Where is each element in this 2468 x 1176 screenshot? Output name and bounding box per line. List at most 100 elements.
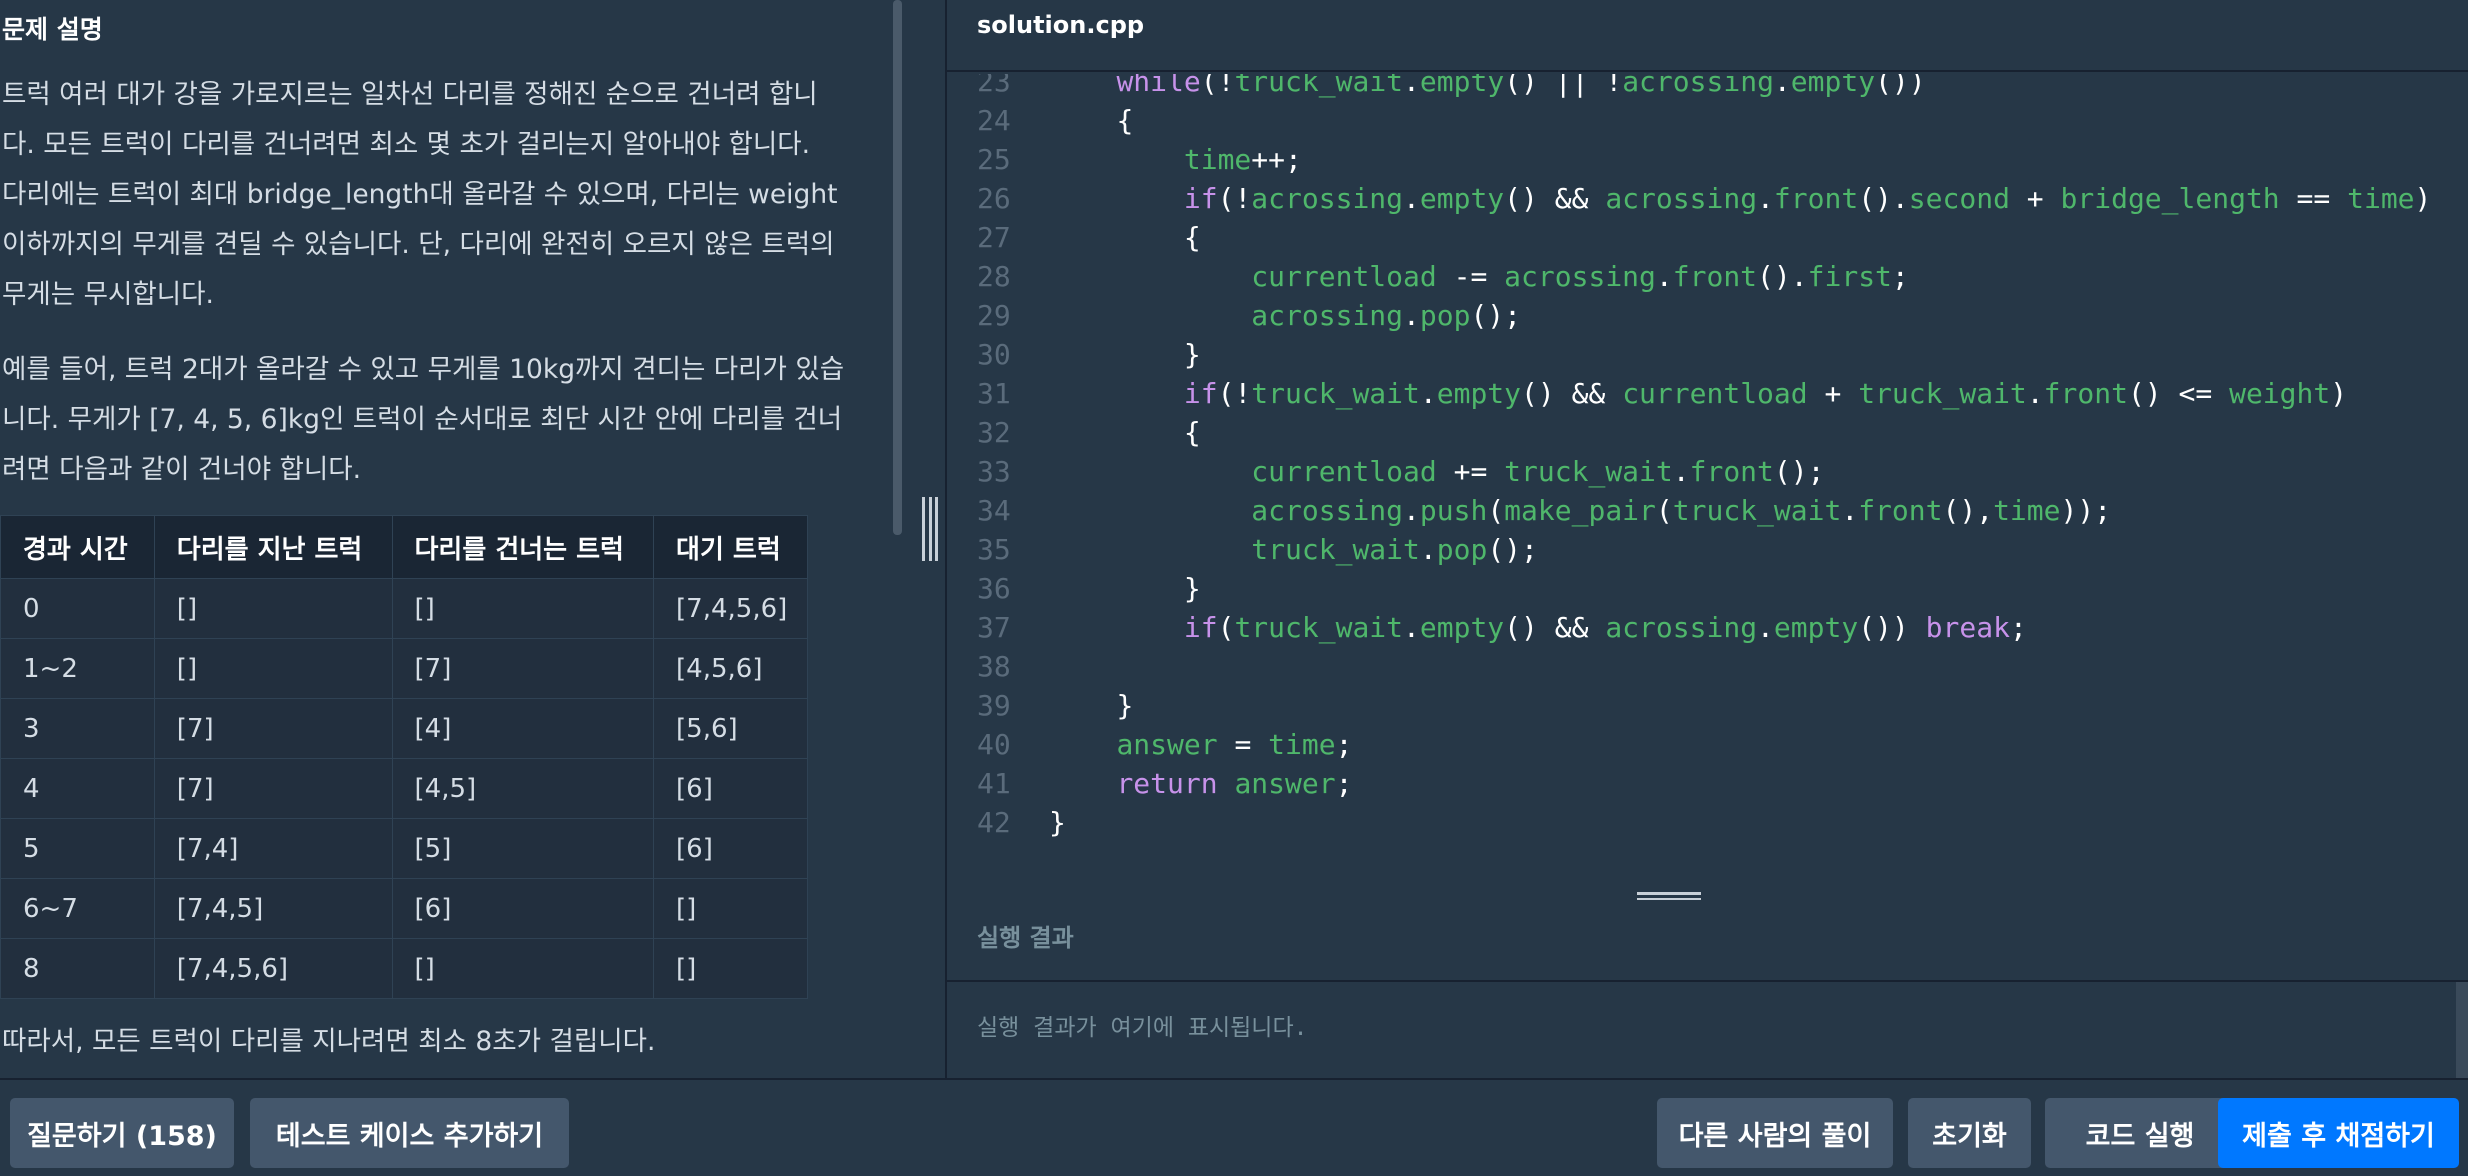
table-cell: 0 — [0, 578, 155, 639]
code-punctuation: = — [1217, 728, 1269, 761]
code-text[interactable]: if(!acrossing.empty() && acrossing.front… — [1049, 179, 2432, 218]
code-line[interactable]: 38 — [947, 647, 2468, 686]
table-cell: [] — [391, 578, 655, 639]
code-text[interactable]: if(truck_wait.empty() && acrossing.empty… — [1049, 608, 2027, 647]
code-keyword: break — [1925, 611, 2010, 644]
code-punctuation: ; — [1891, 260, 1909, 293]
code-punctuation: } — [1183, 572, 1201, 605]
code-line[interactable]: 35 truck_wait.pop(); — [947, 530, 2468, 569]
table-row: 3 [7] [4] [5,6] — [0, 698, 808, 759]
add-testcase-button[interactable]: 테스트 케이스 추가하기 — [250, 1098, 569, 1168]
code-line[interactable]: 24 { — [947, 101, 2468, 140]
code-text[interactable]: } — [1049, 335, 1201, 374]
table-cell: [7] — [153, 758, 393, 819]
table-cell: [] — [153, 638, 393, 699]
code-text[interactable]: truck_wait.pop(); — [1049, 530, 1538, 569]
line-number: 35 — [977, 533, 1011, 566]
code-keyword: if — [1183, 182, 1218, 215]
code-identifier: empty — [1436, 377, 1522, 410]
code-identifier: truck_wait — [1234, 74, 1404, 98]
submit-button[interactable]: 제출 후 채점하기 — [2218, 1098, 2459, 1168]
line-number: 32 — [977, 416, 1011, 449]
run-code-button[interactable]: 코드 실행 — [2045, 1098, 2235, 1168]
code-identifier: truck_wait — [1251, 533, 1420, 566]
line-number: 25 — [977, 143, 1011, 176]
code-line[interactable]: 29 acrossing.pop(); — [947, 296, 2468, 335]
code-punctuation: { — [1183, 416, 1201, 449]
code-punctuation: (). — [1858, 182, 1909, 215]
code-punctuation: } — [1049, 806, 1066, 839]
code-text[interactable]: currentload -= acrossing.front().first; — [1049, 257, 1909, 296]
others-solution-button[interactable]: 다른 사람의 풀이 — [1657, 1098, 1893, 1168]
code-punctuation: ( — [1217, 611, 1235, 644]
code-text[interactable]: { — [1049, 413, 1201, 452]
code-punctuation: . — [1841, 494, 1859, 527]
code-punctuation: . — [1655, 260, 1673, 293]
code-line[interactable]: 40 answer = time; — [947, 725, 2468, 764]
table-row: 8 [7,4,5,6] [] [] — [0, 938, 808, 999]
code-line[interactable]: 31 if(!truck_wait.empty() && currentload… — [947, 374, 2468, 413]
code-editor[interactable]: 23 while(!truck_wait.empty() || !acrossi… — [947, 74, 2468, 886]
problem-scrollbar-thumb[interactable] — [893, 0, 902, 535]
code-identifier: time — [1183, 143, 1252, 176]
code-text[interactable]: return answer; — [1049, 764, 1352, 803]
code-text[interactable]: currentload += truck_wait.front(); — [1049, 452, 1824, 491]
code-identifier: weight — [2229, 377, 2331, 410]
code-line[interactable]: 39 } — [947, 686, 2468, 725]
table-cell: 3 — [0, 698, 155, 759]
code-punctuation: () && — [1521, 377, 1623, 410]
table-header: 경과 시간 — [0, 515, 155, 579]
table-cell: [6] — [391, 878, 655, 939]
code-line[interactable]: 25 time++; — [947, 140, 2468, 179]
code-text[interactable]: acrossing.pop(); — [1049, 296, 1521, 335]
table-cell: 1~2 — [0, 638, 155, 699]
code-line[interactable]: 26 if(!acrossing.empty() && acrossing.fr… — [947, 179, 2468, 218]
table-cell: [7,4] — [153, 818, 393, 879]
code-keyword: return — [1116, 767, 1218, 800]
code-punctuation: ( — [1487, 494, 1505, 527]
paragraph-line: 예를 들어, 트럭 2대가 올라갈 수 있고 무게를 10kg까지 견디는 다리… — [2, 354, 845, 385]
code-punctuation: . — [1419, 533, 1437, 566]
code-line[interactable]: 34 acrossing.push(make_pair(truck_wait.f… — [947, 491, 2468, 530]
code-line[interactable]: 41 return answer; — [947, 764, 2468, 803]
code-punctuation: (); — [1773, 455, 1825, 488]
code-line[interactable]: 42} — [947, 803, 2468, 842]
code-punctuation: ) — [2330, 377, 2348, 410]
code-identifier: make_pair — [1504, 494, 1656, 527]
line-number: 24 — [977, 104, 1011, 137]
code-punctuation: ()) — [1858, 611, 1926, 644]
code-text[interactable]: answer = time; — [1049, 725, 1352, 764]
code-text[interactable]: { — [1049, 101, 1133, 140]
code-text[interactable]: while(!truck_wait.empty() || !acrossing.… — [1049, 74, 1925, 101]
line-number: 28 — [977, 260, 1011, 293]
code-text[interactable]: if(!truck_wait.empty() && currentload + … — [1049, 374, 2347, 413]
code-text[interactable]: acrossing.push(make_pair(truck_wait.fron… — [1049, 491, 2111, 530]
ask-question-button[interactable]: 질문하기 (158) — [10, 1098, 234, 1168]
paragraph-line: 려면 다음과 같이 건너야 합니다. — [2, 454, 362, 485]
result-scrollbar[interactable] — [2456, 982, 2468, 1078]
code-line[interactable]: 28 currentload -= acrossing.front().firs… — [947, 257, 2468, 296]
code-text[interactable]: time++; — [1049, 140, 1302, 179]
code-line[interactable]: 23 while(!truck_wait.empty() || !acrossi… — [947, 74, 2468, 101]
code-line[interactable]: 36 } — [947, 569, 2468, 608]
vertical-grip-icon[interactable] — [922, 497, 938, 561]
code-text[interactable]: } — [1049, 803, 1066, 842]
code-text[interactable]: } — [1049, 686, 1133, 725]
code-punctuation: . — [1773, 74, 1791, 98]
code-line[interactable]: 37 if(truck_wait.empty() && acrossing.em… — [947, 608, 2468, 647]
code-line[interactable]: 32 { — [947, 413, 2468, 452]
code-line[interactable]: 27 { — [947, 218, 2468, 257]
code-punctuation: ( — [1655, 494, 1673, 527]
code-line[interactable]: 30 } — [947, 335, 2468, 374]
code-punctuation: += — [1436, 455, 1505, 488]
reset-button[interactable]: 초기화 — [1908, 1098, 2031, 1168]
table-cell: [7] — [153, 698, 393, 759]
code-text[interactable]: } — [1049, 569, 1201, 608]
code-text[interactable]: { — [1049, 218, 1201, 257]
code-identifier: second — [1908, 182, 2010, 215]
code-line[interactable]: 33 currentload += truck_wait.front(); — [947, 452, 2468, 491]
paragraph-line: 다. 모든 트럭이 다리를 건너려면 최소 몇 초가 걸리는지 알아내야 합니다… — [2, 129, 811, 160]
table-cell: [] — [153, 578, 393, 639]
code-punctuation: (! — [1217, 377, 1252, 410]
file-name-tab[interactable]: solution.cpp — [977, 11, 1144, 39]
